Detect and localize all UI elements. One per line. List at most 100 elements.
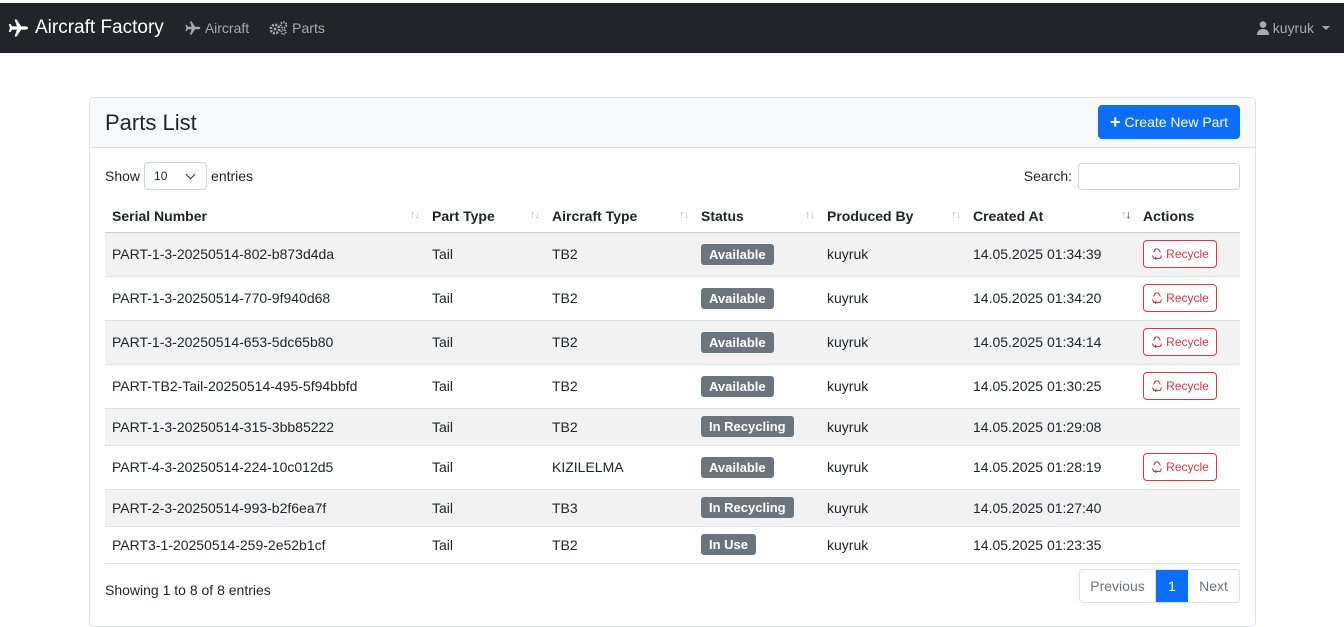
cell-part-type: Tail	[425, 232, 545, 277]
table-row: PART-4-3-20250514-224-10c012d5 Tail KIZILE…	[105, 445, 1240, 490]
table-row: PART-1-3-20250514-653-5dc65b80 Tail TB2 Ava…	[105, 320, 1240, 365]
create-new-part-label: Create New Part	[1124, 114, 1228, 130]
recycle-icon	[1152, 336, 1163, 348]
recycle-icon	[1152, 461, 1163, 473]
nav-link-aircraft-label: Aircraft	[204, 20, 250, 36]
recycle-button[interactable]: Recycle	[1143, 453, 1217, 481]
recycle-button[interactable]: Recycle	[1143, 372, 1217, 400]
plane-icon	[185, 21, 201, 35]
caret-down-icon	[1322, 26, 1330, 30]
cell-aircraft-type: TB2	[545, 408, 694, 446]
user-menu[interactable]: kuyruk	[1256, 3, 1330, 53]
user-name: kuyruk	[1272, 20, 1314, 36]
cell-actions: Recycle	[1136, 445, 1240, 490]
column-header-part-type[interactable]: Part Type ↑↓	[425, 200, 545, 233]
page-1-button[interactable]: 1	[1156, 570, 1188, 602]
table-row: PART3-1-20250514-259-2e52b1cf Tail TB2 In U…	[105, 526, 1240, 564]
cell-actions: Recycle	[1136, 232, 1240, 277]
search-input[interactable]	[1078, 162, 1240, 190]
cell-produced-by: kuyruk	[820, 232, 966, 277]
nav-link-parts[interactable]: Parts	[269, 20, 325, 36]
status-badge: Available	[701, 243, 774, 265]
cell-actions: Recycle	[1136, 276, 1240, 321]
entries-select-value: 10	[154, 169, 168, 183]
status-badge: Available	[701, 331, 774, 353]
cell-produced-by: kuyruk	[820, 489, 966, 527]
status-badge: In Use	[701, 534, 757, 555]
column-header-status[interactable]: Status ↑↓	[694, 200, 820, 233]
table-controls: Show 10 entries Search:	[105, 162, 1240, 190]
cell-part-type: Tail	[425, 276, 545, 321]
cogs-icon	[269, 21, 288, 35]
table-row: PART-1-3-20250514-315-3bb85222 Tail TB2 In …	[105, 408, 1240, 446]
recycle-button[interactable]: Recycle	[1143, 284, 1217, 312]
parts-table: Serial Number ↑↓ Part Type ↑↓ Aircraft Typ…	[105, 200, 1240, 564]
cell-aircraft-type: TB2	[545, 276, 694, 321]
cell-produced-by: kuyruk	[820, 276, 966, 321]
entries-select[interactable]: 10	[144, 162, 208, 190]
sort-icon: ↑↓	[951, 209, 961, 221]
recycle-label: Recycle	[1166, 460, 1209, 474]
user-icon	[1256, 21, 1269, 35]
cell-serial: PART-4-3-20250514-224-10c012d5	[105, 445, 425, 490]
entries-label: entries	[211, 168, 254, 184]
sort-icon: ↑↓	[410, 209, 420, 221]
show-label: Show	[105, 168, 141, 184]
cell-status: Available	[694, 445, 820, 490]
navbar: Aircraft Factory Aircraft Parts kuyruk	[0, 0, 1344, 53]
cell-status: Available	[694, 232, 820, 277]
column-header-serial[interactable]: Serial Number ↑↓	[105, 200, 425, 233]
cell-serial: PART-1-3-20250514-802-b873d4da	[105, 232, 425, 277]
recycle-label: Recycle	[1166, 379, 1209, 393]
status-badge: In Recycling	[701, 416, 794, 437]
card-header: Parts List + Create New Part	[90, 98, 1255, 148]
column-header-produced-by[interactable]: Produced By ↑↓	[820, 200, 966, 233]
brand-link[interactable]: Aircraft Factory	[7, 17, 164, 39]
create-new-part-button[interactable]: + Create New Part	[1098, 105, 1240, 139]
cell-status: In Recycling	[694, 489, 820, 527]
recycle-label: Recycle	[1166, 247, 1209, 261]
brand-title: Aircraft Factory	[35, 17, 164, 38]
recycle-button[interactable]: Recycle	[1143, 240, 1217, 268]
cell-status: Available	[694, 364, 820, 409]
cell-serial: PART-1-3-20250514-653-5dc65b80	[105, 320, 425, 365]
cell-created-at: 14.05.2025 01:23:35	[966, 526, 1136, 564]
cell-created-at: 14.05.2025 01:30:25	[966, 364, 1136, 409]
table-row: PART-1-3-20250514-802-b873d4da Tail TB2 Ava…	[105, 232, 1240, 277]
chevron-down-icon	[185, 169, 196, 180]
plus-icon: +	[1110, 112, 1121, 132]
cell-status: Available	[694, 276, 820, 321]
nav-link-aircraft[interactable]: Aircraft	[184, 20, 249, 36]
sort-icon: ↑↓	[530, 209, 540, 221]
cell-status: Available	[694, 320, 820, 365]
recycle-button[interactable]: Recycle	[1143, 328, 1217, 356]
cell-aircraft-type: TB2	[545, 232, 694, 277]
table-row: PART-1-3-20250514-770-9f940d68 Tail TB2 Ava…	[105, 276, 1240, 321]
recycle-label: Recycle	[1166, 335, 1209, 349]
cell-serial: PART-1-3-20250514-770-9f940d68	[105, 276, 425, 321]
cell-produced-by: kuyruk	[820, 445, 966, 490]
cell-actions	[1136, 526, 1240, 564]
next-page-button[interactable]: Next	[1188, 570, 1239, 602]
column-header-actions: Actions	[1136, 200, 1240, 233]
cell-created-at: 14.05.2025 01:27:40	[966, 489, 1136, 527]
cell-aircraft-type: TB2	[545, 320, 694, 365]
status-badge: Available	[701, 456, 774, 478]
search-box: Search:	[1024, 162, 1240, 190]
search-label: Search:	[1023, 168, 1072, 184]
cell-serial: PART3-1-20250514-259-2e52b1cf	[105, 526, 425, 564]
cell-serial: PART-TB2-Tail-20250514-495-5f94bbfd	[105, 364, 425, 409]
cell-status: In Recycling	[694, 408, 820, 446]
parts-card: Parts List + Create New Part Show 10 ent…	[89, 97, 1256, 627]
nav-link-parts-label: Parts	[292, 20, 325, 36]
sort-icon: ↑↓	[679, 209, 689, 221]
cell-aircraft-type: TB2	[545, 364, 694, 409]
status-badge: Available	[701, 287, 774, 309]
cell-part-type: Tail	[425, 364, 545, 409]
previous-page-button[interactable]: Previous	[1080, 570, 1156, 602]
pagination: Previous 1 Next	[1079, 569, 1240, 603]
column-header-created-at[interactable]: Created At ↑↓	[966, 200, 1136, 233]
cell-part-type: Tail	[425, 489, 545, 527]
table-row: PART-TB2-Tail-20250514-495-5f94bbfd Tail T…	[105, 364, 1240, 409]
column-header-aircraft-type[interactable]: Aircraft Type ↑↓	[545, 200, 694, 233]
